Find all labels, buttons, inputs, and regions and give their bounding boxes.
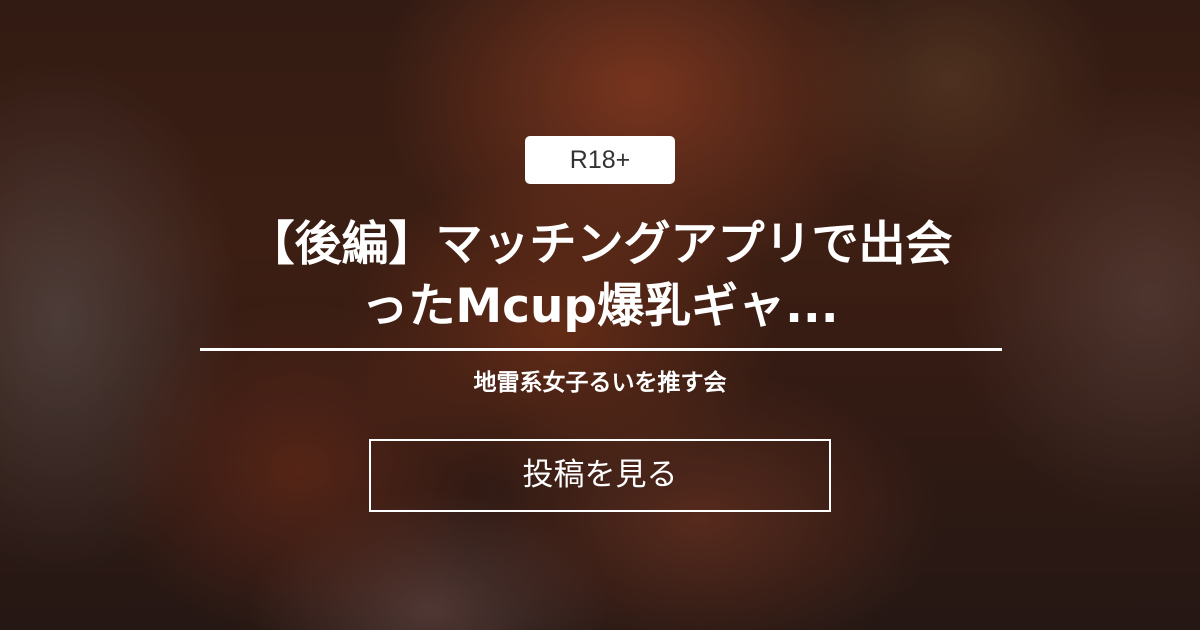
post-title-line-2: ったMcup爆乳ギャ... <box>361 279 839 334</box>
view-posts-button[interactable]: 投稿を見る <box>369 439 831 512</box>
card-content: R18+ 【後編】マッチングアプリで出会 ったMcup爆乳ギャ... 地雷系女子… <box>0 0 1200 630</box>
creator-name[interactable]: 地雷系女子るいを推す会 <box>200 366 1000 400</box>
r18-rating-badge: R18+ <box>525 136 675 184</box>
share-card: R18+ 【後編】マッチングアプリで出会 ったMcup爆乳ギャ... 地雷系女子… <box>0 0 1200 630</box>
post-title-line-1: 【後編】マッチングアプリで出会 <box>247 217 953 272</box>
title-divider <box>200 348 1002 351</box>
post-title: 【後編】マッチングアプリで出会 ったMcup爆乳ギャ... <box>150 214 1050 338</box>
